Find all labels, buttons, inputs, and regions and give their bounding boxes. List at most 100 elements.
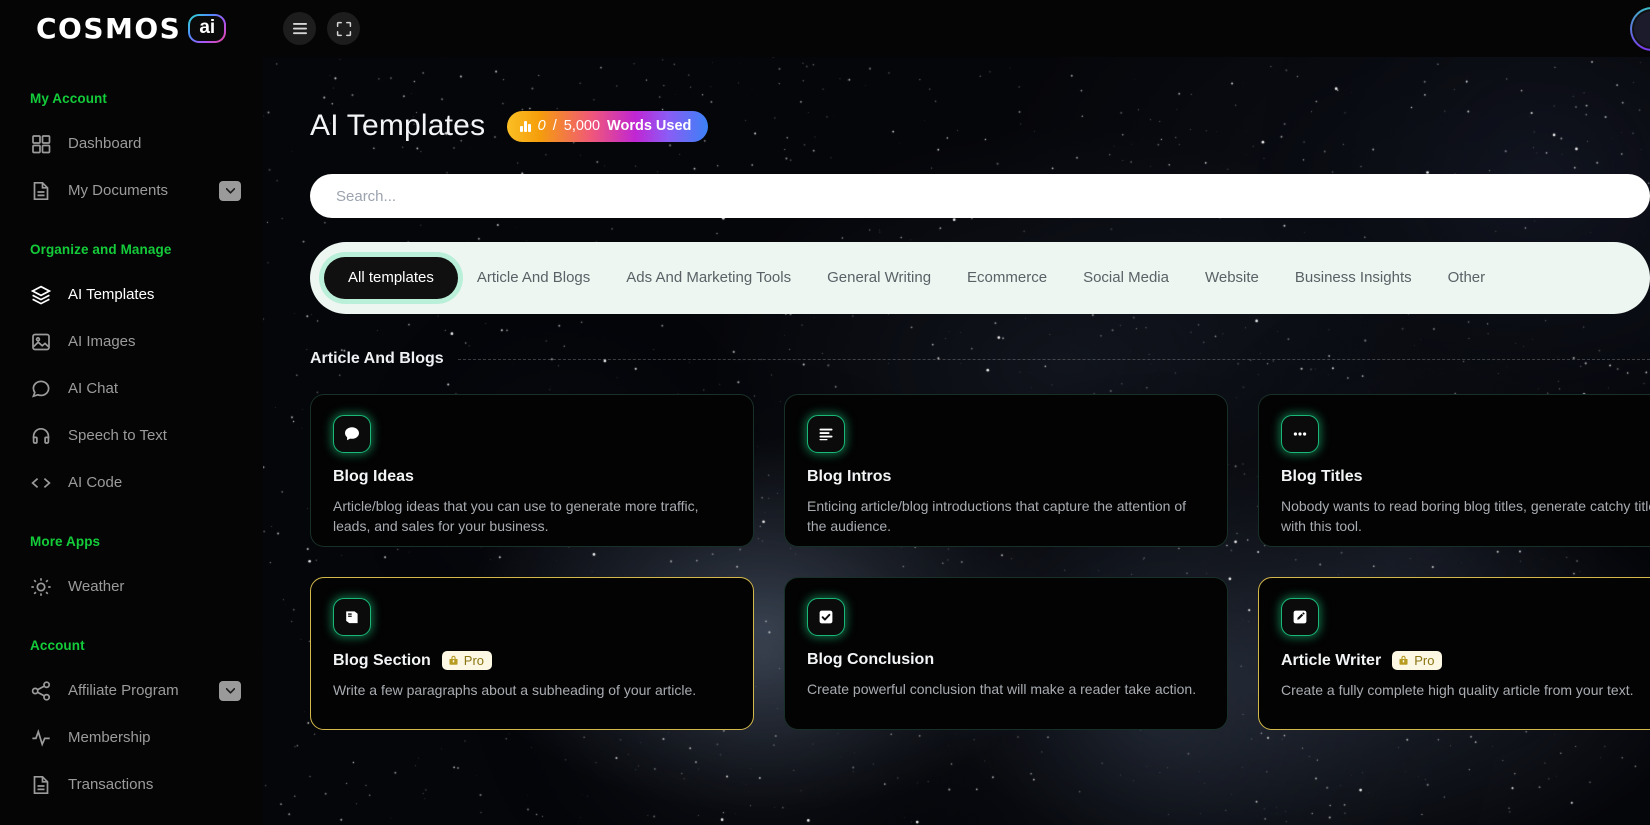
section-header: Article And Blogs	[310, 350, 1650, 368]
words-separator: /	[552, 118, 557, 134]
layers-icon	[30, 284, 52, 306]
activity-pulse-icon	[30, 727, 52, 749]
topbar-right	[1630, 6, 1650, 51]
sidebar-item-my-documents[interactable]: My Documents	[0, 167, 263, 214]
chevron-down-icon[interactable]	[219, 180, 241, 201]
sidebar-group: Organize and Manage AI Templates AI Images…	[0, 242, 263, 506]
ellipsis-icon	[1281, 415, 1319, 453]
template-card[interactable]: Blog Conclusion Create powerful conclusio…	[784, 577, 1228, 730]
tab-ecommerce[interactable]: Ecommerce	[950, 257, 1064, 299]
sidebar-item-label: AI Code	[68, 474, 123, 491]
pro-badge: Pro	[441, 651, 493, 670]
sidebar-item-label: Transactions	[68, 776, 154, 793]
fullscreen-button[interactable]	[327, 12, 360, 45]
code-brackets-icon	[30, 472, 52, 494]
card-title-row: Blog Ideas	[333, 468, 731, 486]
template-card[interactable]: Blog Intros Enticing article/blog introdu…	[784, 394, 1228, 547]
template-card[interactable]: Blog Section Pro Write a few paragraphs ab…	[310, 577, 754, 730]
sidebar-item-label: Affiliate Program	[68, 682, 179, 699]
sidebar: My Account Dashboard My Documents Organize …	[0, 57, 263, 825]
sidebar-group: My Account Dashboard My Documents	[0, 91, 263, 214]
words-used-count: 0	[537, 118, 546, 134]
template-card[interactable]: Blog Titles Nobody wants to read boring b…	[1258, 394, 1650, 547]
search-input[interactable]	[310, 174, 1650, 218]
top-bar: COSMOS ai	[0, 0, 1650, 57]
sidebar-item-ai-images[interactable]: AI Images	[0, 318, 263, 365]
card-description: Create powerful conclusion that will mak…	[807, 681, 1197, 697]
sidebar-item-ai-templates[interactable]: AI Templates	[0, 271, 263, 318]
checkbox-checked-icon	[807, 598, 845, 636]
chat-bubble-filled-icon	[333, 415, 371, 453]
sidebar-item-weather[interactable]: Weather	[0, 563, 263, 610]
section-title: Article And Blogs	[310, 350, 444, 367]
avatar-image	[1634, 10, 1650, 47]
sidebar-group: More Apps Weather	[0, 534, 263, 610]
pencil-square-icon	[1281, 598, 1319, 636]
app-root: COSMOS ai My Account Dashboard My Docume…	[0, 0, 1650, 825]
tab-business-insights[interactable]: Business Insights	[1278, 257, 1429, 299]
card-title: Blog Conclusion	[807, 651, 935, 668]
template-card[interactable]: Article Writer Pro Create a fully complete…	[1258, 577, 1650, 730]
sidebar-item-transactions[interactable]: Transactions	[0, 761, 263, 808]
pro-badge-label: Pro	[463, 653, 485, 668]
sidebar-item-ai-chat[interactable]: AI Chat	[0, 365, 263, 412]
card-title: Blog Titles	[1281, 468, 1363, 485]
sidebar-group: Account Affiliate Program Membership Transa…	[0, 638, 263, 808]
template-card-grid: Blog Ideas Article/blog ideas that you ca…	[310, 394, 1650, 730]
sidebar-item-affiliate-program[interactable]: Affiliate Program	[0, 667, 263, 714]
sidebar-item-speech-to-text[interactable]: Speech to Text	[0, 412, 263, 459]
sidebar-item-dashboard[interactable]: Dashboard	[0, 120, 263, 167]
card-title: Blog Intros	[807, 468, 892, 485]
card-title-row: Blog Conclusion	[807, 651, 1205, 669]
tab-website[interactable]: Website	[1188, 257, 1276, 299]
tab-general-writing[interactable]: General Writing	[810, 257, 948, 299]
card-title-row: Blog Titles	[1281, 468, 1650, 486]
brand-name: COSMOS	[36, 12, 182, 45]
tab-all-templates[interactable]: All templates	[324, 257, 458, 299]
hamburger-menu-button[interactable]	[283, 12, 316, 45]
card-title: Blog Ideas	[333, 468, 414, 485]
brand-logo[interactable]: COSMOS ai	[0, 0, 263, 57]
image-icon	[30, 331, 52, 353]
tab-other[interactable]: Other	[1431, 257, 1503, 299]
document-icon	[30, 774, 52, 796]
sidebar-item-ai-code[interactable]: AI Code	[0, 459, 263, 506]
main-content: AI Templates 0 / 5,000 Words Used All te…	[263, 57, 1650, 825]
words-used-label: Words Used	[607, 118, 692, 134]
sidebar-item-label: AI Templates	[68, 286, 155, 303]
template-sections: Article And Blogs Blog Ideas Article/blog …	[310, 350, 1650, 730]
sidebar-item-label: Speech to Text	[68, 427, 167, 444]
card-title-row: Article Writer Pro	[1281, 651, 1650, 670]
topbar-actions	[283, 12, 360, 45]
sidebar-item-label: AI Images	[68, 333, 136, 350]
hamburger-menu-icon	[292, 22, 308, 35]
tab-article-and-blogs[interactable]: Article And Blogs	[460, 257, 607, 299]
share-nodes-icon	[30, 680, 52, 702]
words-total: 5,000	[563, 118, 601, 134]
card-title-row: Blog Section Pro	[333, 651, 731, 670]
chevron-down-icon[interactable]	[219, 680, 241, 701]
section-divider	[457, 358, 1650, 360]
brand-suffix-badge: ai	[188, 14, 227, 43]
sidebar-item-label: AI Chat	[68, 380, 119, 397]
tab-social-media[interactable]: Social Media	[1066, 257, 1186, 299]
template-card[interactable]: Blog Ideas Article/blog ideas that you ca…	[310, 394, 754, 547]
pro-badge: Pro	[1392, 651, 1443, 670]
grid-icon	[30, 133, 52, 155]
book-icon	[333, 598, 371, 636]
chat-bubble-icon	[30, 378, 52, 400]
avatar[interactable]	[1630, 6, 1650, 51]
sidebar-item-membership[interactable]: Membership	[0, 714, 263, 761]
text-lines-icon	[807, 415, 845, 453]
sidebar-group-title: More Apps	[30, 534, 101, 549]
bar-chart-icon	[520, 120, 531, 132]
card-description: Nobody wants to read boring blog titles,…	[1281, 498, 1650, 534]
card-description: Enticing article/blog introductions that…	[807, 498, 1187, 534]
category-tabs: All templates Article And Blogs Ads And Ma…	[310, 242, 1650, 314]
tab-ads-and-marketing-tools[interactable]: Ads And Marketing Tools	[609, 257, 808, 299]
sidebar-group-title: Organize and Manage	[30, 242, 172, 257]
card-description: Write a few paragraphs about a subheadin…	[333, 682, 697, 698]
page-header: AI Templates 0 / 5,000 Words Used	[310, 57, 1650, 143]
sidebar-item-label: Dashboard	[68, 135, 142, 152]
crown-icon	[448, 655, 459, 666]
